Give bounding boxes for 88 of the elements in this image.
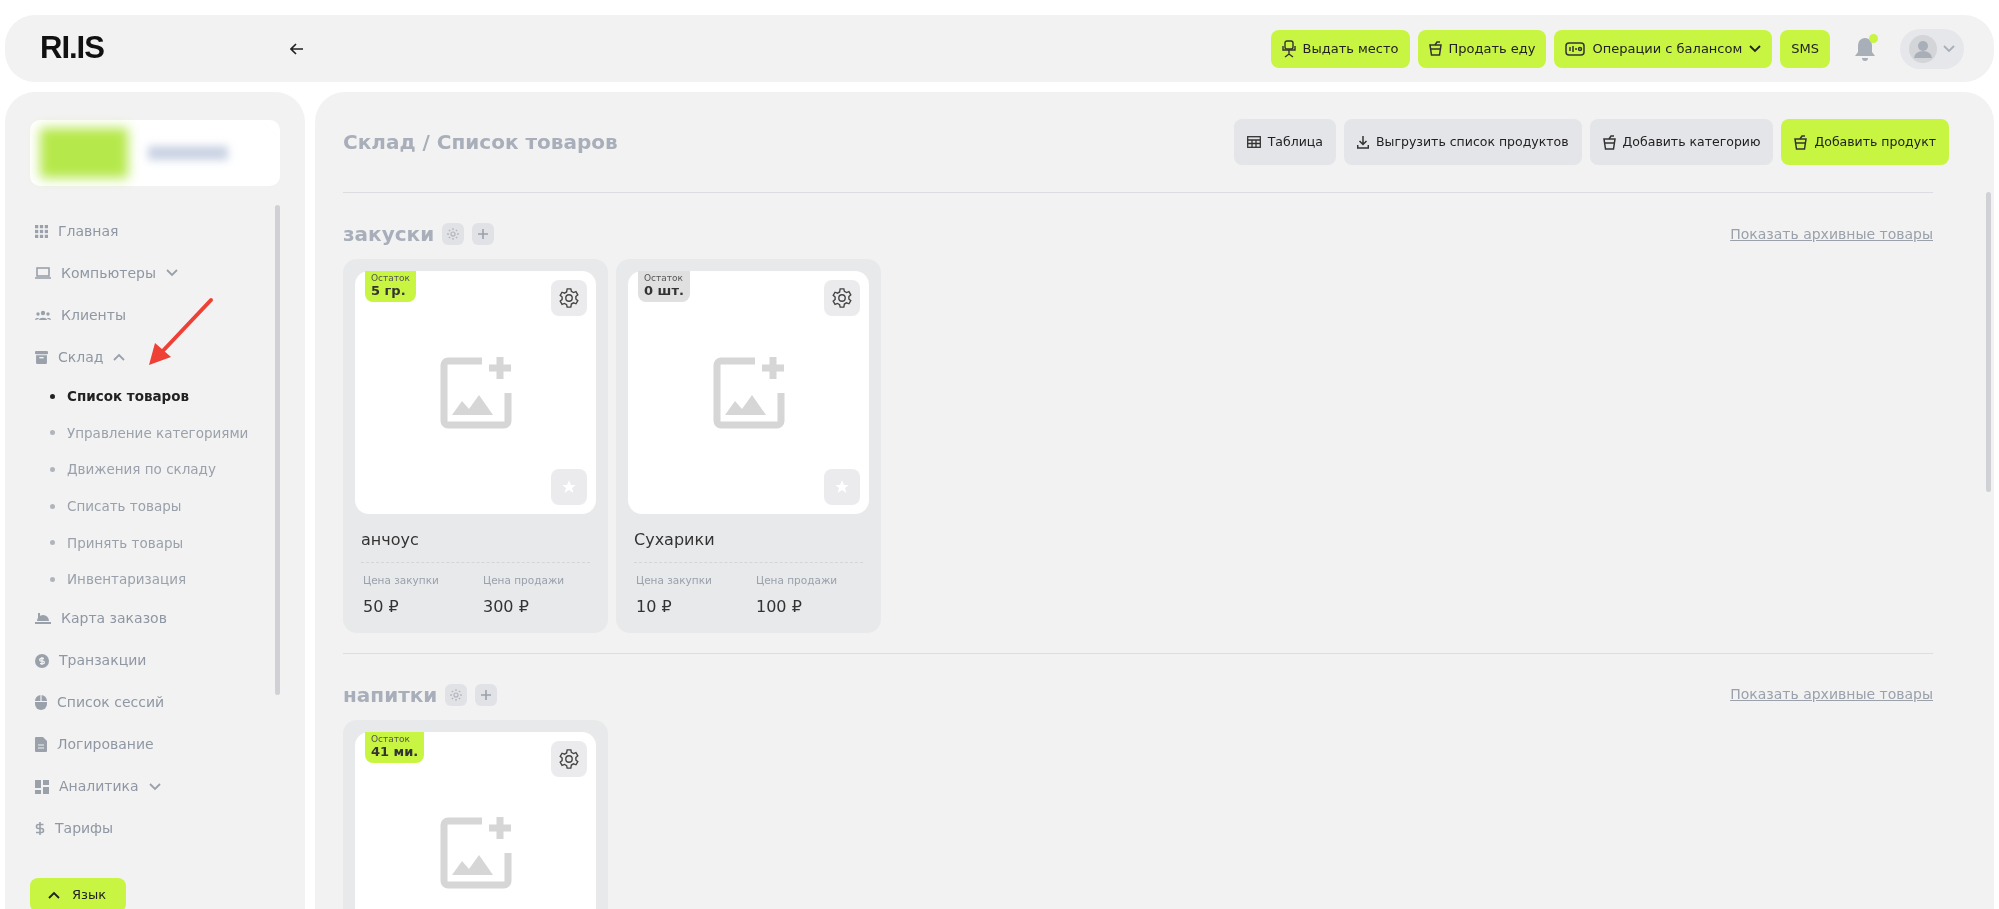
add-image-icon — [712, 356, 785, 429]
sidebar-item[interactable]: Карта заказов — [30, 597, 173, 640]
toolbar-button[interactable]: Таблица — [1233, 119, 1336, 165]
notification-button[interactable] — [1854, 35, 1876, 62]
cup-icon — [1794, 134, 1808, 150]
toolbar-button[interactable]: Добавить продукт — [1781, 119, 1949, 165]
header-action-button[interactable]: SMS — [1780, 29, 1830, 68]
product-settings-button[interactable] — [551, 280, 587, 316]
caret-icon — [1943, 44, 1955, 53]
price-label: Цена продажи — [483, 573, 565, 588]
people-icon — [35, 310, 51, 320]
submenu-item[interactable]: Списать товары — [30, 487, 188, 525]
sidebar-item[interactable]: Склад — [30, 336, 132, 378]
sidebar-item[interactable]: Клиенты — [30, 294, 132, 336]
wallet-icon — [1565, 41, 1586, 56]
settings-icon — [446, 227, 461, 241]
stock-label: Остаток — [371, 733, 411, 745]
price-label: Цена закупки — [363, 573, 440, 588]
plus-icon — [481, 689, 492, 700]
product-name: Сухарики — [634, 529, 716, 551]
avatar-icon — [1909, 34, 1937, 63]
laptop-icon — [35, 267, 51, 279]
document-icon — [35, 737, 47, 753]
dollar-icon — [35, 821, 45, 837]
cup-icon — [1428, 41, 1442, 56]
grid-icon — [35, 224, 48, 238]
toolbar-button[interactable]: Выгрузить список продуктов — [1344, 119, 1582, 165]
sidebar-item[interactable]: Аналитика — [30, 765, 167, 808]
cup-icon — [1602, 134, 1616, 150]
chevron-icon — [48, 890, 60, 899]
stock-value: 0 шт. — [644, 283, 684, 299]
settings-icon — [558, 747, 580, 770]
sidebar-item[interactable]: Главная — [30, 210, 125, 252]
archive-link[interactable]: Показать архивные товары — [1730, 223, 1933, 245]
price-label: Цена продажи — [756, 573, 838, 588]
language-button[interactable]: Язык — [30, 877, 127, 909]
sale-price: 100 ₽ — [756, 595, 803, 618]
product-settings-button[interactable] — [551, 740, 587, 777]
coin-icon — [35, 653, 49, 668]
settings-icon — [449, 687, 464, 702]
dashboard-icon — [35, 779, 49, 794]
category-title: закуски — [343, 221, 435, 248]
category-settings-button[interactable] — [445, 683, 468, 706]
stock-label: Остаток — [371, 273, 410, 284]
header-action-button[interactable]: Операции с балансом — [1554, 29, 1773, 68]
back-arrow-icon — [290, 43, 304, 55]
purchase-price: 10 ₽ — [636, 595, 673, 618]
breadcrumb: Склад / Список товаров — [343, 129, 618, 156]
archive-link[interactable]: Показать архивные товары — [1730, 684, 1933, 706]
category-title: напитки — [343, 681, 438, 709]
table-icon — [1246, 136, 1261, 148]
stock-value: 41 ми. — [371, 744, 419, 759]
tray-icon — [35, 612, 51, 626]
submenu-item[interactable]: Движения по складу — [30, 451, 222, 488]
add-product-button[interactable] — [472, 223, 495, 245]
sidebar-item[interactable]: Транзакции — [30, 639, 153, 682]
add-product-button[interactable] — [475, 683, 498, 706]
header-action-button[interactable]: Продать еду — [1417, 29, 1547, 68]
purchase-price: 50 ₽ — [363, 595, 400, 618]
submenu-item[interactable]: Инвентаризация — [30, 560, 193, 598]
user-menu-button[interactable] — [1900, 28, 1964, 69]
settings-icon — [558, 287, 580, 309]
bell-icon — [1854, 35, 1876, 62]
submenu-item[interactable]: Принять товары — [30, 524, 190, 561]
chair-icon — [1281, 39, 1296, 58]
sidebar-item[interactable]: Тарифы — [30, 807, 120, 850]
sidebar-item[interactable]: Компьютеры — [30, 252, 184, 294]
add-image-icon — [439, 356, 512, 429]
download-icon — [1357, 135, 1369, 149]
toolbar-button[interactable]: Добавить категорию — [1589, 119, 1774, 165]
product-name: анчоус — [361, 529, 420, 551]
category-settings-button[interactable] — [442, 223, 465, 245]
product-settings-button[interactable] — [824, 280, 860, 316]
submenu-item[interactable]: Управление категориями — [30, 414, 255, 452]
add-image-icon — [439, 817, 512, 890]
submenu-item[interactable]: Список товаров — [30, 378, 196, 415]
stock-value: 5 гр. — [371, 283, 407, 299]
sidebar-item[interactable]: Логирование — [30, 723, 160, 766]
sidebar-item[interactable]: Список сессий — [30, 681, 171, 724]
logo: RI.IS — [40, 29, 105, 68]
plus-icon — [478, 229, 489, 239]
mouse-icon — [35, 695, 47, 711]
archive-icon — [35, 350, 48, 364]
sale-price: 300 ₽ — [483, 595, 530, 618]
stock-label: Остаток — [644, 273, 684, 284]
price-label: Цена закупки — [636, 573, 713, 588]
header-action-button[interactable]: Выдать место — [1270, 29, 1410, 68]
settings-icon — [831, 287, 853, 309]
